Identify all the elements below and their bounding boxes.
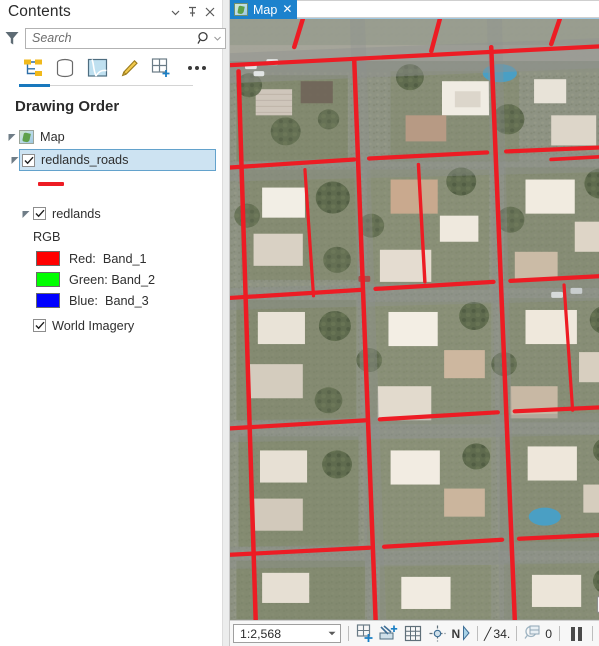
pencil-edit-icon[interactable] [113,53,145,83]
chevron-down-icon[interactable] [212,30,223,47]
zoom-to-selection-icon[interactable] [524,624,542,644]
measure-add-button[interactable] [377,623,401,645]
contents-pane-header: Contents [0,0,222,24]
aerial-imagery [230,19,599,620]
rotation-prefix-icon: ╱ [484,626,492,641]
rotation-value: 34. [493,626,511,641]
band-label: Blue: Band_3 [69,293,149,308]
layer-visibility-checkbox[interactable] [33,319,46,332]
divider [559,626,561,641]
north-rotation-button[interactable]: N [449,623,473,645]
divider [477,626,478,641]
band-row[interactable]: Blue: Band_3 [0,290,222,311]
tab-map-label: Map [253,2,278,17]
chevron-down-icon[interactable] [326,631,338,636]
map-scale-value: 1:2,568 [240,626,282,641]
layer-visibility-checkbox[interactable] [22,153,35,167]
tree-node-map[interactable]: Map [0,125,222,148]
pause-drawing-button[interactable] [564,623,588,645]
close-icon[interactable] [201,3,218,21]
divider [516,626,518,641]
ellipsis-icon[interactable] [180,53,214,83]
layer-name-label: redlands [52,206,101,221]
map-scale-combobox[interactable]: 1:2,568 [233,624,341,643]
expander-collapse-icon[interactable] [5,126,19,148]
expander-collapse-icon[interactable] [19,203,33,225]
grid-add-icon[interactable] [145,53,177,83]
close-icon[interactable]: ✕ [282,3,292,16]
drawing-order-heading: Drawing Order [15,98,120,115]
rotation-field[interactable]: ╱ 34. [482,627,512,641]
contents-search-row [0,24,226,52]
search-input[interactable] [32,29,195,47]
band-label: Red: Band_1 [69,251,147,266]
renderer-label: RGB [33,229,61,244]
band-label: Green: Band_2 [69,272,156,287]
divider [592,626,594,641]
map-selection-icon[interactable] [81,53,113,83]
renderer-label-row: RGB [0,225,222,248]
database-cylinder-icon[interactable] [49,53,81,83]
selection-count-group[interactable]: 0 [521,624,555,644]
line-symbol-swatch[interactable] [38,182,64,186]
map-view: Map ✕ 1:2,568 N ╱ 34. 0 [230,0,599,646]
contents-pane: Contents Search Drawing Order Map redlan… [0,0,226,646]
layer-row-world-imagery[interactable]: World Imagery [0,314,222,337]
tab-map[interactable]: Map ✕ [230,0,298,19]
page-title: Contents [8,3,71,20]
map-view-icon [234,3,248,16]
map-statusbar: 1:2,568 N ╱ 34. 0 [230,620,599,646]
band-color-swatch [36,251,60,266]
map-canvas[interactable] [230,19,599,620]
contents-tree: Drawing Order Map redlands_roads redland… [0,89,222,646]
selected-features-button[interactable] [353,623,377,645]
map-layer-icon [19,129,34,144]
divider [348,626,349,641]
band-row[interactable]: Green: Band_2 [0,269,222,290]
search-box[interactable] [25,27,226,49]
filter-funnel-icon[interactable] [4,28,20,48]
show-grid-button[interactable] [401,623,425,645]
layer-name-label: redlands_roads [41,153,129,167]
arcgis-pro-window: Contents Search Drawing Order Map redlan… [0,0,599,646]
tree-node-map-label: Map [40,129,65,144]
search-magnifier-icon[interactable] [195,30,212,47]
layer-name-label: World Imagery [52,318,135,333]
menu-dropdown-icon[interactable] [167,3,184,21]
pane-splitter[interactable] [222,0,230,646]
contents-view-toolbar [0,52,222,84]
band-color-swatch [36,272,60,287]
layer-symbol-redlands-roads [0,171,222,197]
drawing-order-tree-icon[interactable] [17,53,49,83]
band-row[interactable]: Red: Band_1 [0,248,222,269]
layer-visibility-checkbox[interactable] [33,207,46,220]
selection-count-value: 0 [545,626,553,641]
svg-text:N: N [452,627,461,641]
layer-row-redlands[interactable]: redlands [0,202,222,225]
band-color-swatch [36,293,60,308]
view-tabbar: Map ✕ [230,0,599,19]
crosshair-button[interactable] [425,623,449,645]
pin-icon[interactable] [184,3,201,21]
tabbar-empty-area [297,0,599,18]
layer-row-redlands-roads[interactable]: redlands_roads [11,149,216,171]
expander-collapse-icon[interactable] [8,149,22,171]
